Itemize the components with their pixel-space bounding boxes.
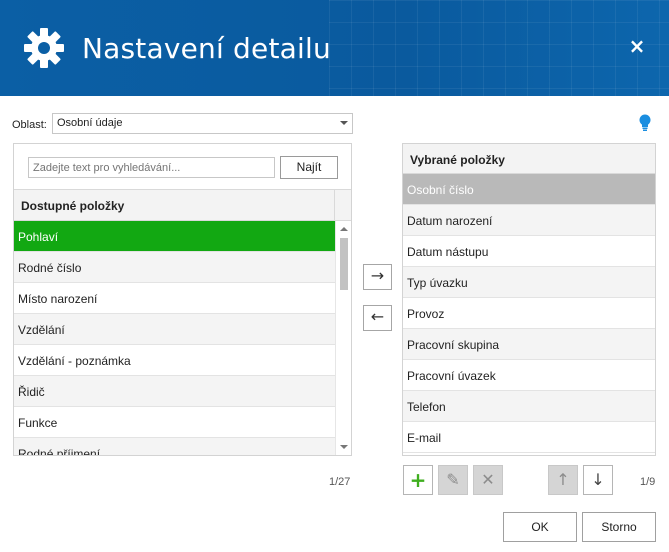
list-item[interactable]: Řidič [14, 376, 335, 407]
oblast-label: Oblast: [12, 119, 47, 131]
oblast-value: Osobní údaje [57, 117, 123, 129]
lightbulb-icon[interactable] [638, 114, 652, 132]
scroll-up-icon[interactable] [340, 227, 348, 231]
list-item[interactable]: Telefon [403, 391, 655, 422]
move-left-button[interactable]: ← [363, 305, 392, 331]
oblast-select[interactable]: Osobní údaje [52, 113, 353, 134]
ok-button[interactable]: OK [503, 512, 577, 542]
list-item[interactable]: Rodné číslo [14, 252, 335, 283]
list-item[interactable]: E-mail [403, 422, 655, 453]
list-item[interactable]: Datum narození [403, 205, 655, 236]
search-area: Najít [14, 144, 351, 190]
selected-counter: 1/9 [640, 476, 656, 488]
list-item[interactable]: Pohlaví [14, 221, 335, 252]
selected-list-header: Vybrané položky [403, 144, 655, 174]
available-list: Pohlaví Rodné číslo Místo narození Vzděl… [14, 221, 335, 455]
gear-icon [24, 28, 64, 68]
cancel-button[interactable]: Storno [582, 512, 656, 542]
dialog-header: Nastavení detailu × [0, 0, 669, 96]
add-button[interactable]: + [403, 465, 433, 495]
header-pattern [329, 0, 669, 96]
move-right-button[interactable]: → [363, 264, 392, 290]
search-input[interactable] [28, 157, 275, 178]
list-item[interactable]: Funkce [14, 407, 335, 438]
selected-list: Osobní číslo Datum narození Datum nástup… [403, 174, 655, 455]
list-item[interactable]: Vzdělání [14, 314, 335, 345]
available-list-header: Dostupné položky [14, 190, 335, 221]
scroll-down-icon[interactable] [340, 445, 348, 449]
list-item[interactable]: Rodné příjmení [14, 438, 335, 455]
search-button[interactable]: Najít [280, 156, 338, 179]
list-item[interactable]: Pracovní úvazek [403, 360, 655, 391]
close-icon[interactable]: × [627, 36, 647, 56]
move-up-button[interactable]: ↑ [548, 465, 578, 495]
list-item[interactable]: Typ úvazku [403, 267, 655, 298]
available-counter: 1/27 [329, 476, 351, 488]
list-item[interactable]: Provoz [403, 298, 655, 329]
scroll-thumb[interactable] [340, 238, 348, 290]
list-item[interactable]: Vzdělání - poznámka [14, 345, 335, 376]
available-panel: Najít Dostupné položky Pohlaví Rodné čís… [13, 143, 352, 456]
list-item[interactable]: Pracovní skupina [403, 329, 655, 360]
list-item[interactable]: Datum nástupu [403, 236, 655, 267]
list-item[interactable]: Místo narození [14, 283, 335, 314]
available-scrollbar[interactable] [335, 221, 351, 455]
move-down-button[interactable]: ↓ [583, 465, 613, 495]
remove-button[interactable]: ✕ [473, 465, 503, 495]
dialog-title: Nastavení detailu [82, 32, 331, 65]
list-item[interactable]: Osobní číslo [403, 174, 655, 205]
edit-button[interactable]: ✎ [438, 465, 468, 495]
chevron-down-icon [340, 121, 348, 125]
header-corner [335, 190, 351, 221]
selected-panel: Vybrané položky Osobní číslo Datum naroz… [402, 143, 656, 456]
